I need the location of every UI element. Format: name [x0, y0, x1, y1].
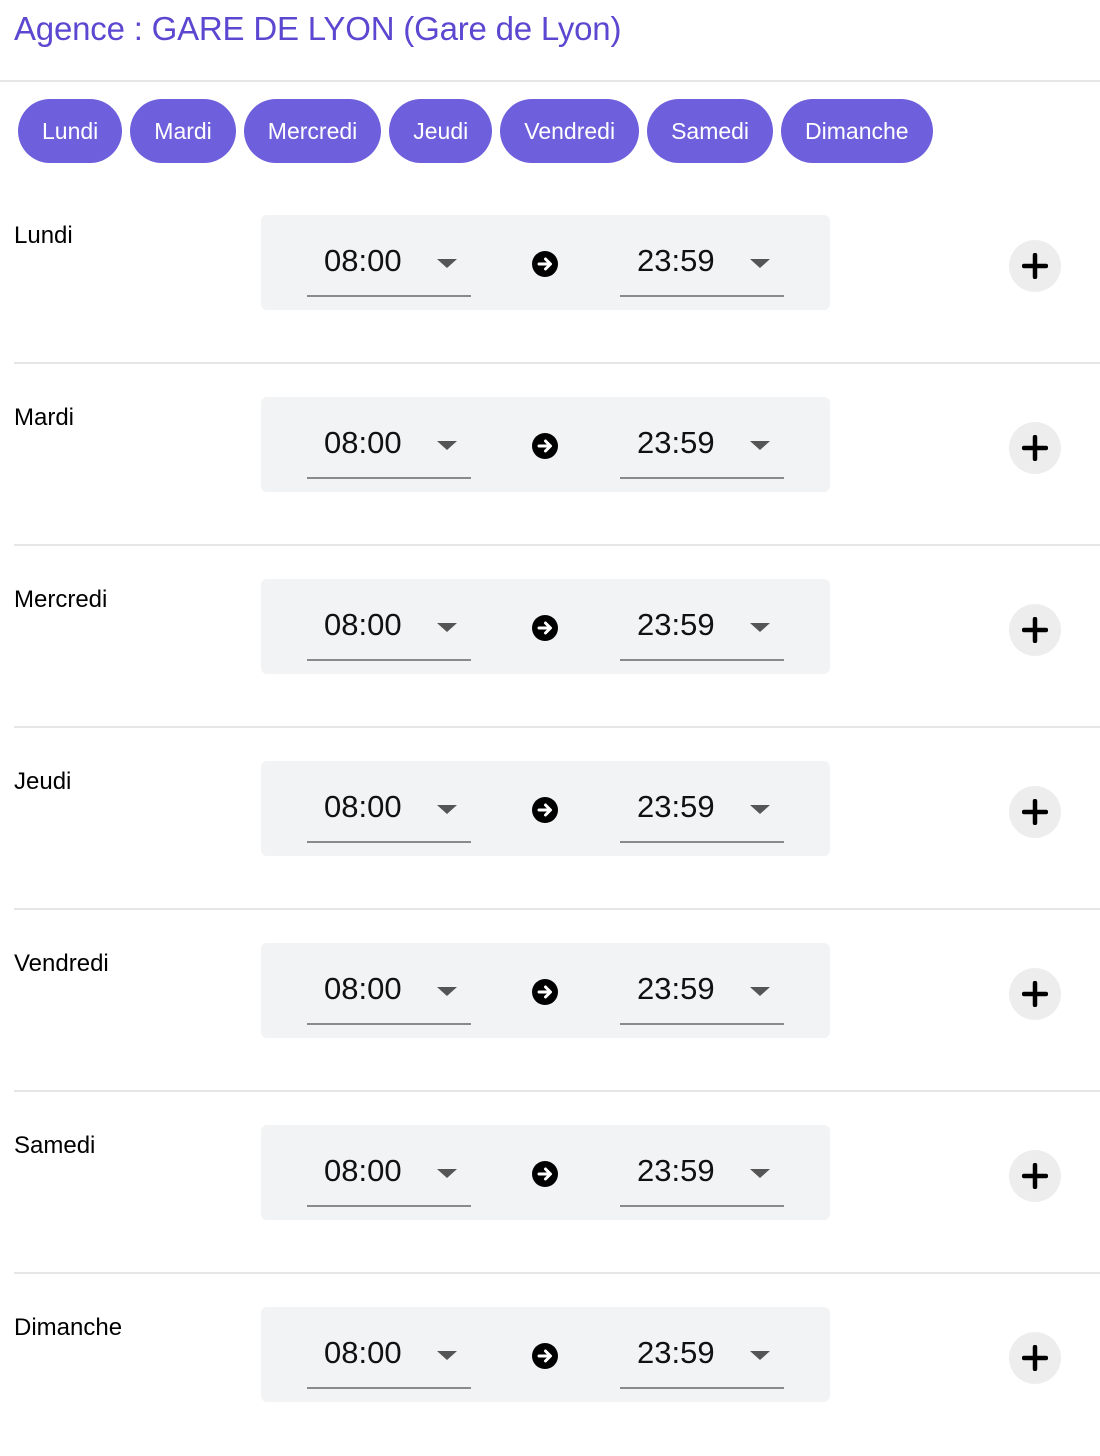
caret-down-icon — [437, 1351, 457, 1360]
end-time-select[interactable]: 23:59 — [620, 1335, 784, 1389]
time-slot: 08:00 23:59 — [261, 761, 830, 856]
arrow-right-circle-icon — [532, 433, 558, 459]
add-slot-button[interactable] — [1009, 1332, 1061, 1384]
day-tab-lundi[interactable]: Lundi — [18, 99, 123, 163]
start-time-value: 08:00 — [324, 1335, 402, 1370]
plus-icon — [1022, 253, 1048, 279]
schedule-row-mercredi: Mercredi 08:00 23:59 — [0, 546, 1100, 728]
start-time-value: 08:00 — [324, 607, 402, 642]
schedule-row-vendredi: Vendredi 08:00 23:59 — [0, 910, 1100, 1092]
end-time-value: 23:59 — [637, 1153, 715, 1188]
schedule-row-samedi: Samedi 08:00 23:59 — [0, 1092, 1100, 1274]
caret-down-icon — [750, 441, 770, 450]
start-time-value: 08:00 — [324, 1153, 402, 1188]
end-time-select[interactable]: 23:59 — [620, 243, 784, 297]
day-tab-jeudi[interactable]: Jeudi — [389, 99, 493, 163]
plus-icon — [1022, 1163, 1048, 1189]
day-tab-samedi[interactable]: Samedi — [647, 99, 774, 163]
add-slot-button[interactable] — [1009, 786, 1061, 838]
end-time-value: 23:59 — [637, 607, 715, 642]
end-time-value: 23:59 — [637, 425, 715, 460]
start-time-select[interactable]: 08:00 — [307, 789, 471, 843]
end-time-select[interactable]: 23:59 — [620, 1153, 784, 1207]
schedule-row-mardi: Mardi 08:00 23:59 — [0, 364, 1100, 546]
schedule-list: Lundi 08:00 23:59 Mardi 08:00 23:59 Merc… — [0, 182, 1100, 1456]
start-time-value: 08:00 — [324, 425, 402, 460]
start-time-value: 08:00 — [324, 971, 402, 1006]
start-time-value: 08:00 — [324, 789, 402, 824]
day-label: Dimanche — [14, 1314, 123, 1341]
day-tab-dimanche[interactable]: Dimanche — [781, 99, 933, 163]
start-time-select[interactable]: 08:00 — [307, 971, 471, 1025]
time-slot: 08:00 23:59 — [261, 1125, 830, 1220]
start-time-select[interactable]: 08:00 — [307, 425, 471, 479]
start-time-value: 08:00 — [324, 243, 402, 278]
day-tabs: Lundi Mardi Mercredi Jeudi Vendredi Same… — [18, 99, 933, 163]
day-tab-vendredi[interactable]: Vendredi — [500, 99, 640, 163]
time-slot: 08:00 23:59 — [261, 215, 830, 310]
time-slot: 08:00 23:59 — [261, 1307, 830, 1402]
day-label: Mercredi — [14, 586, 108, 613]
end-time-value: 23:59 — [637, 789, 715, 824]
start-time-select[interactable]: 08:00 — [307, 607, 471, 661]
day-label: Lundi — [14, 222, 73, 249]
arrow-right-circle-icon — [532, 1343, 558, 1369]
start-time-select[interactable]: 08:00 — [307, 1153, 471, 1207]
caret-down-icon — [750, 1169, 770, 1178]
end-time-select[interactable]: 23:59 — [620, 971, 784, 1025]
time-slot: 08:00 23:59 — [261, 397, 830, 492]
arrow-right-circle-icon — [532, 797, 558, 823]
end-time-value: 23:59 — [637, 971, 715, 1006]
caret-down-icon — [437, 1169, 457, 1178]
plus-icon — [1022, 981, 1048, 1007]
caret-down-icon — [437, 259, 457, 268]
caret-down-icon — [437, 805, 457, 814]
caret-down-icon — [437, 623, 457, 632]
add-slot-button[interactable] — [1009, 604, 1061, 656]
arrow-right-circle-icon — [532, 979, 558, 1005]
time-slot: 08:00 23:59 — [261, 943, 830, 1038]
caret-down-icon — [750, 805, 770, 814]
header-divider — [0, 80, 1100, 82]
caret-down-icon — [750, 987, 770, 996]
end-time-select[interactable]: 23:59 — [620, 789, 784, 843]
start-time-select[interactable]: 08:00 — [307, 1335, 471, 1389]
caret-down-icon — [437, 987, 457, 996]
caret-down-icon — [750, 623, 770, 632]
add-slot-button[interactable] — [1009, 968, 1061, 1020]
arrow-right-circle-icon — [532, 615, 558, 641]
plus-icon — [1022, 617, 1048, 643]
time-slot: 08:00 23:59 — [261, 579, 830, 674]
add-slot-button[interactable] — [1009, 422, 1061, 474]
day-label: Vendredi — [14, 950, 109, 977]
schedule-row-jeudi: Jeudi 08:00 23:59 — [0, 728, 1100, 910]
start-time-select[interactable]: 08:00 — [307, 243, 471, 297]
plus-icon — [1022, 799, 1048, 825]
schedule-row-dimanche: Dimanche 08:00 23:59 — [0, 1274, 1100, 1456]
day-label: Mardi — [14, 404, 75, 431]
end-time-select[interactable]: 23:59 — [620, 607, 784, 661]
arrow-right-circle-icon — [532, 251, 558, 277]
caret-down-icon — [437, 441, 457, 450]
page-title: Agence : GARE DE LYON (Gare de Lyon) — [14, 10, 622, 47]
end-time-select[interactable]: 23:59 — [620, 425, 784, 479]
end-time-value: 23:59 — [637, 1335, 715, 1370]
day-label: Samedi — [14, 1132, 96, 1159]
day-tab-mardi[interactable]: Mardi — [130, 99, 236, 163]
arrow-right-circle-icon — [532, 1161, 558, 1187]
add-slot-button[interactable] — [1009, 240, 1061, 292]
caret-down-icon — [750, 259, 770, 268]
add-slot-button[interactable] — [1009, 1150, 1061, 1202]
plus-icon — [1022, 435, 1048, 461]
day-tab-mercredi[interactable]: Mercredi — [243, 99, 382, 163]
schedule-row-lundi: Lundi 08:00 23:59 — [0, 182, 1100, 364]
plus-icon — [1022, 1345, 1048, 1371]
day-label: Jeudi — [14, 768, 72, 795]
end-time-value: 23:59 — [637, 243, 715, 278]
caret-down-icon — [750, 1351, 770, 1360]
